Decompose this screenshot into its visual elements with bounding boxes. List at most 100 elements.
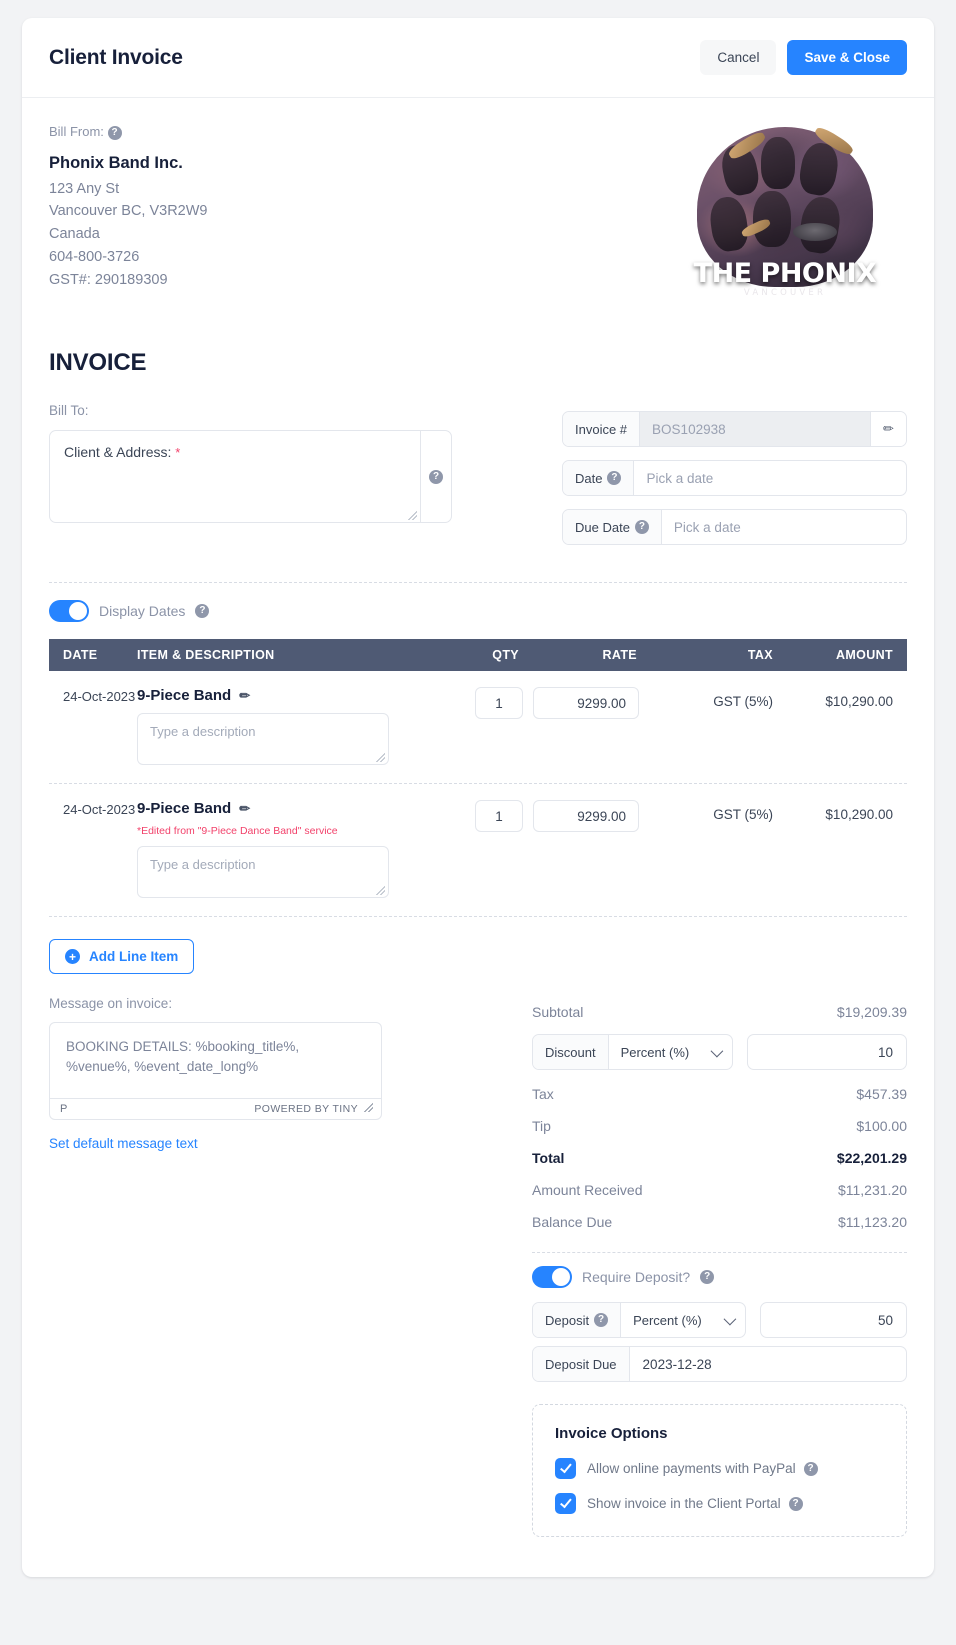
- help-icon-bill-from[interactable]: ?: [107, 125, 122, 140]
- amount-received-value: $11,231.20: [837, 1182, 907, 1198]
- plus-icon: +: [65, 949, 80, 964]
- bill-to-label: Bill To:: [49, 403, 89, 418]
- logo-band-subtitle: VANCOUVER: [743, 288, 827, 298]
- edit-invoice-number-button[interactable]: ✏: [870, 412, 906, 446]
- tip-row: Tip $100.00: [532, 1110, 907, 1142]
- client-address-box: Client & Address: * ?: [49, 430, 452, 523]
- deposit-type-value: Percent (%): [633, 1312, 702, 1328]
- help-icon-paypal[interactable]: ?: [803, 1461, 818, 1476]
- amount-received-label: Amount Received: [532, 1182, 643, 1198]
- invoice-due-date-row: Due Date ? Pick a date: [562, 509, 907, 545]
- help-icon-deposit[interactable]: ?: [594, 1313, 609, 1327]
- add-line-item-button[interactable]: + Add Line Item: [49, 939, 195, 974]
- help-icon-due-date[interactable]: ?: [634, 520, 649, 534]
- pencil-icon[interactable]: ✏: [239, 801, 250, 817]
- deposit-amount-input[interactable]: 50: [759, 1302, 907, 1338]
- message-editor-input[interactable]: BOOKING DETAILS: %booking_title%, %venue…: [50, 1023, 381, 1098]
- header-actions: Cancel Save & Close: [700, 40, 907, 75]
- line-item-name: 9-Piece Band: [137, 687, 232, 704]
- client-address-input[interactable]: Client & Address: *: [50, 431, 421, 522]
- message-column: Message on invoice: BOOKING DETAILS: %bo…: [49, 996, 399, 1153]
- invoice-number-row: Invoice # BOS102938 ✏: [562, 411, 907, 447]
- column-header-item: ITEM & DESCRIPTION: [137, 648, 275, 662]
- total-value: $22,201.29: [836, 1150, 907, 1166]
- resize-handle-icon[interactable]: [408, 511, 417, 520]
- cancel-button[interactable]: Cancel: [700, 40, 777, 75]
- client-address-help: ?: [421, 431, 451, 522]
- option-client-portal-label-wrap: Show invoice in the Client Portal ?: [587, 1496, 803, 1511]
- display-dates-row: Display Dates ?: [49, 600, 907, 622]
- bill-from-label-row: Bill From: ?: [49, 124, 208, 140]
- require-deposit-toggle[interactable]: [532, 1266, 572, 1288]
- display-dates-toggle[interactable]: [49, 600, 89, 622]
- resize-handle-icon[interactable]: [376, 886, 385, 895]
- company-country: Canada: [49, 226, 100, 243]
- line-item-tax: GST (5%): [713, 807, 773, 822]
- toggle-knob: [552, 1268, 570, 1286]
- deposit-type-select[interactable]: Percent (%): [621, 1303, 745, 1337]
- invoice-due-date-input[interactable]: Pick a date: [662, 510, 906, 544]
- set-default-message-link[interactable]: Set default message text: [49, 1136, 198, 1151]
- logo-figure: [761, 137, 795, 189]
- client-portal-checkbox[interactable]: [555, 1493, 576, 1514]
- discount-label: Discount: [533, 1035, 609, 1069]
- check-icon: [559, 1460, 572, 1474]
- line-item-rate-input[interactable]: 9299.00: [533, 687, 639, 719]
- discount-group: Discount Percent (%): [532, 1034, 734, 1070]
- line-items-table: DATE ITEM & DESCRIPTION QTY RATE TAX AMO…: [49, 639, 907, 917]
- line-item-rate-cell: 9299.00: [533, 687, 653, 765]
- help-icon-date[interactable]: ?: [607, 471, 622, 485]
- invoice-date-input[interactable]: Pick a date: [634, 461, 906, 495]
- line-item-name-row: 9-Piece Band ✏: [137, 800, 425, 817]
- invoice-due-date-label-text: Due Date: [575, 519, 630, 535]
- add-line-item-label: Add Line Item: [89, 949, 179, 964]
- line-item-main: 9-Piece Band ✏ Type a description: [137, 687, 437, 765]
- option-paypal-label-wrap: Allow online payments with PayPal ?: [587, 1461, 818, 1476]
- deposit-due-input[interactable]: 2023-12-28: [630, 1347, 906, 1381]
- line-item-edited-note: *Edited from "9-Piece Dance Band" servic…: [137, 825, 338, 837]
- help-icon-display-dates[interactable]: ?: [195, 604, 210, 618]
- invoice-options-title: Invoice Options: [555, 1425, 668, 1442]
- logo-figure: [753, 191, 791, 247]
- require-deposit-label: Require Deposit?: [582, 1269, 691, 1285]
- line-item-description-input[interactable]: Type a description: [137, 713, 389, 765]
- discount-amount-input[interactable]: 10: [747, 1034, 907, 1070]
- line-item-description-input[interactable]: Type a description: [137, 846, 389, 898]
- company-tax-id: GST#: 290189309: [49, 272, 168, 289]
- resize-handle-icon[interactable]: [376, 753, 385, 762]
- line-item-rate-cell: 9299.00: [533, 800, 653, 898]
- resize-handle-icon[interactable]: [364, 1103, 373, 1112]
- total-row: Total $22,201.29: [532, 1142, 907, 1174]
- editor-branding: POWERED BY TINY: [254, 1103, 358, 1115]
- paypal-checkbox[interactable]: [555, 1458, 576, 1479]
- save-and-close-button[interactable]: Save & Close: [787, 40, 907, 75]
- invoice-heading: INVOICE: [49, 349, 147, 376]
- option-client-portal-label: Show invoice in the Client Portal: [587, 1496, 781, 1511]
- line-item-date: 24-Oct-2023: [63, 802, 136, 817]
- line-item-main: 9-Piece Band ✏ *Edited from "9-Piece Dan…: [137, 800, 437, 898]
- help-icon-client-portal[interactable]: ?: [788, 1496, 803, 1511]
- totals-column: Subtotal $19,209.39 Discount Percent (%)…: [532, 996, 907, 1537]
- total-label: Total: [532, 1150, 565, 1166]
- cymbal-icon: [793, 223, 837, 241]
- help-icon-require-deposit[interactable]: ?: [700, 1270, 715, 1284]
- discount-type-select[interactable]: Percent (%): [609, 1035, 733, 1069]
- line-item-qty-cell: 1: [437, 800, 533, 898]
- company-address-line2: Vancouver BC, V3R2W9: [49, 203, 208, 220]
- bill-from-label: Bill From:: [49, 124, 104, 139]
- invoice-due-date-label: Due Date ?: [563, 510, 662, 544]
- tax-value: $457.39: [856, 1086, 907, 1102]
- pencil-icon[interactable]: ✏: [239, 688, 250, 704]
- line-item-amount: $10,290.00: [825, 694, 893, 709]
- invoice-footer-section: Message on invoice: BOOKING DETAILS: %bo…: [49, 996, 907, 1537]
- line-item-rate-input[interactable]: 9299.00: [533, 800, 639, 832]
- line-item-qty-input[interactable]: 1: [475, 687, 523, 719]
- table-header-row: DATE ITEM & DESCRIPTION QTY RATE TAX AMO…: [49, 639, 907, 671]
- line-item-qty-input[interactable]: 1: [475, 800, 523, 832]
- help-icon-client-address[interactable]: ?: [429, 469, 443, 484]
- invoice-number-value: BOS102938: [640, 412, 870, 446]
- check-icon: [559, 1495, 572, 1509]
- company-logo: THE PHONIX VANCOUVER: [685, 122, 885, 307]
- column-header-qty: QTY: [492, 648, 519, 662]
- column-header-amount: AMOUNT: [836, 648, 893, 662]
